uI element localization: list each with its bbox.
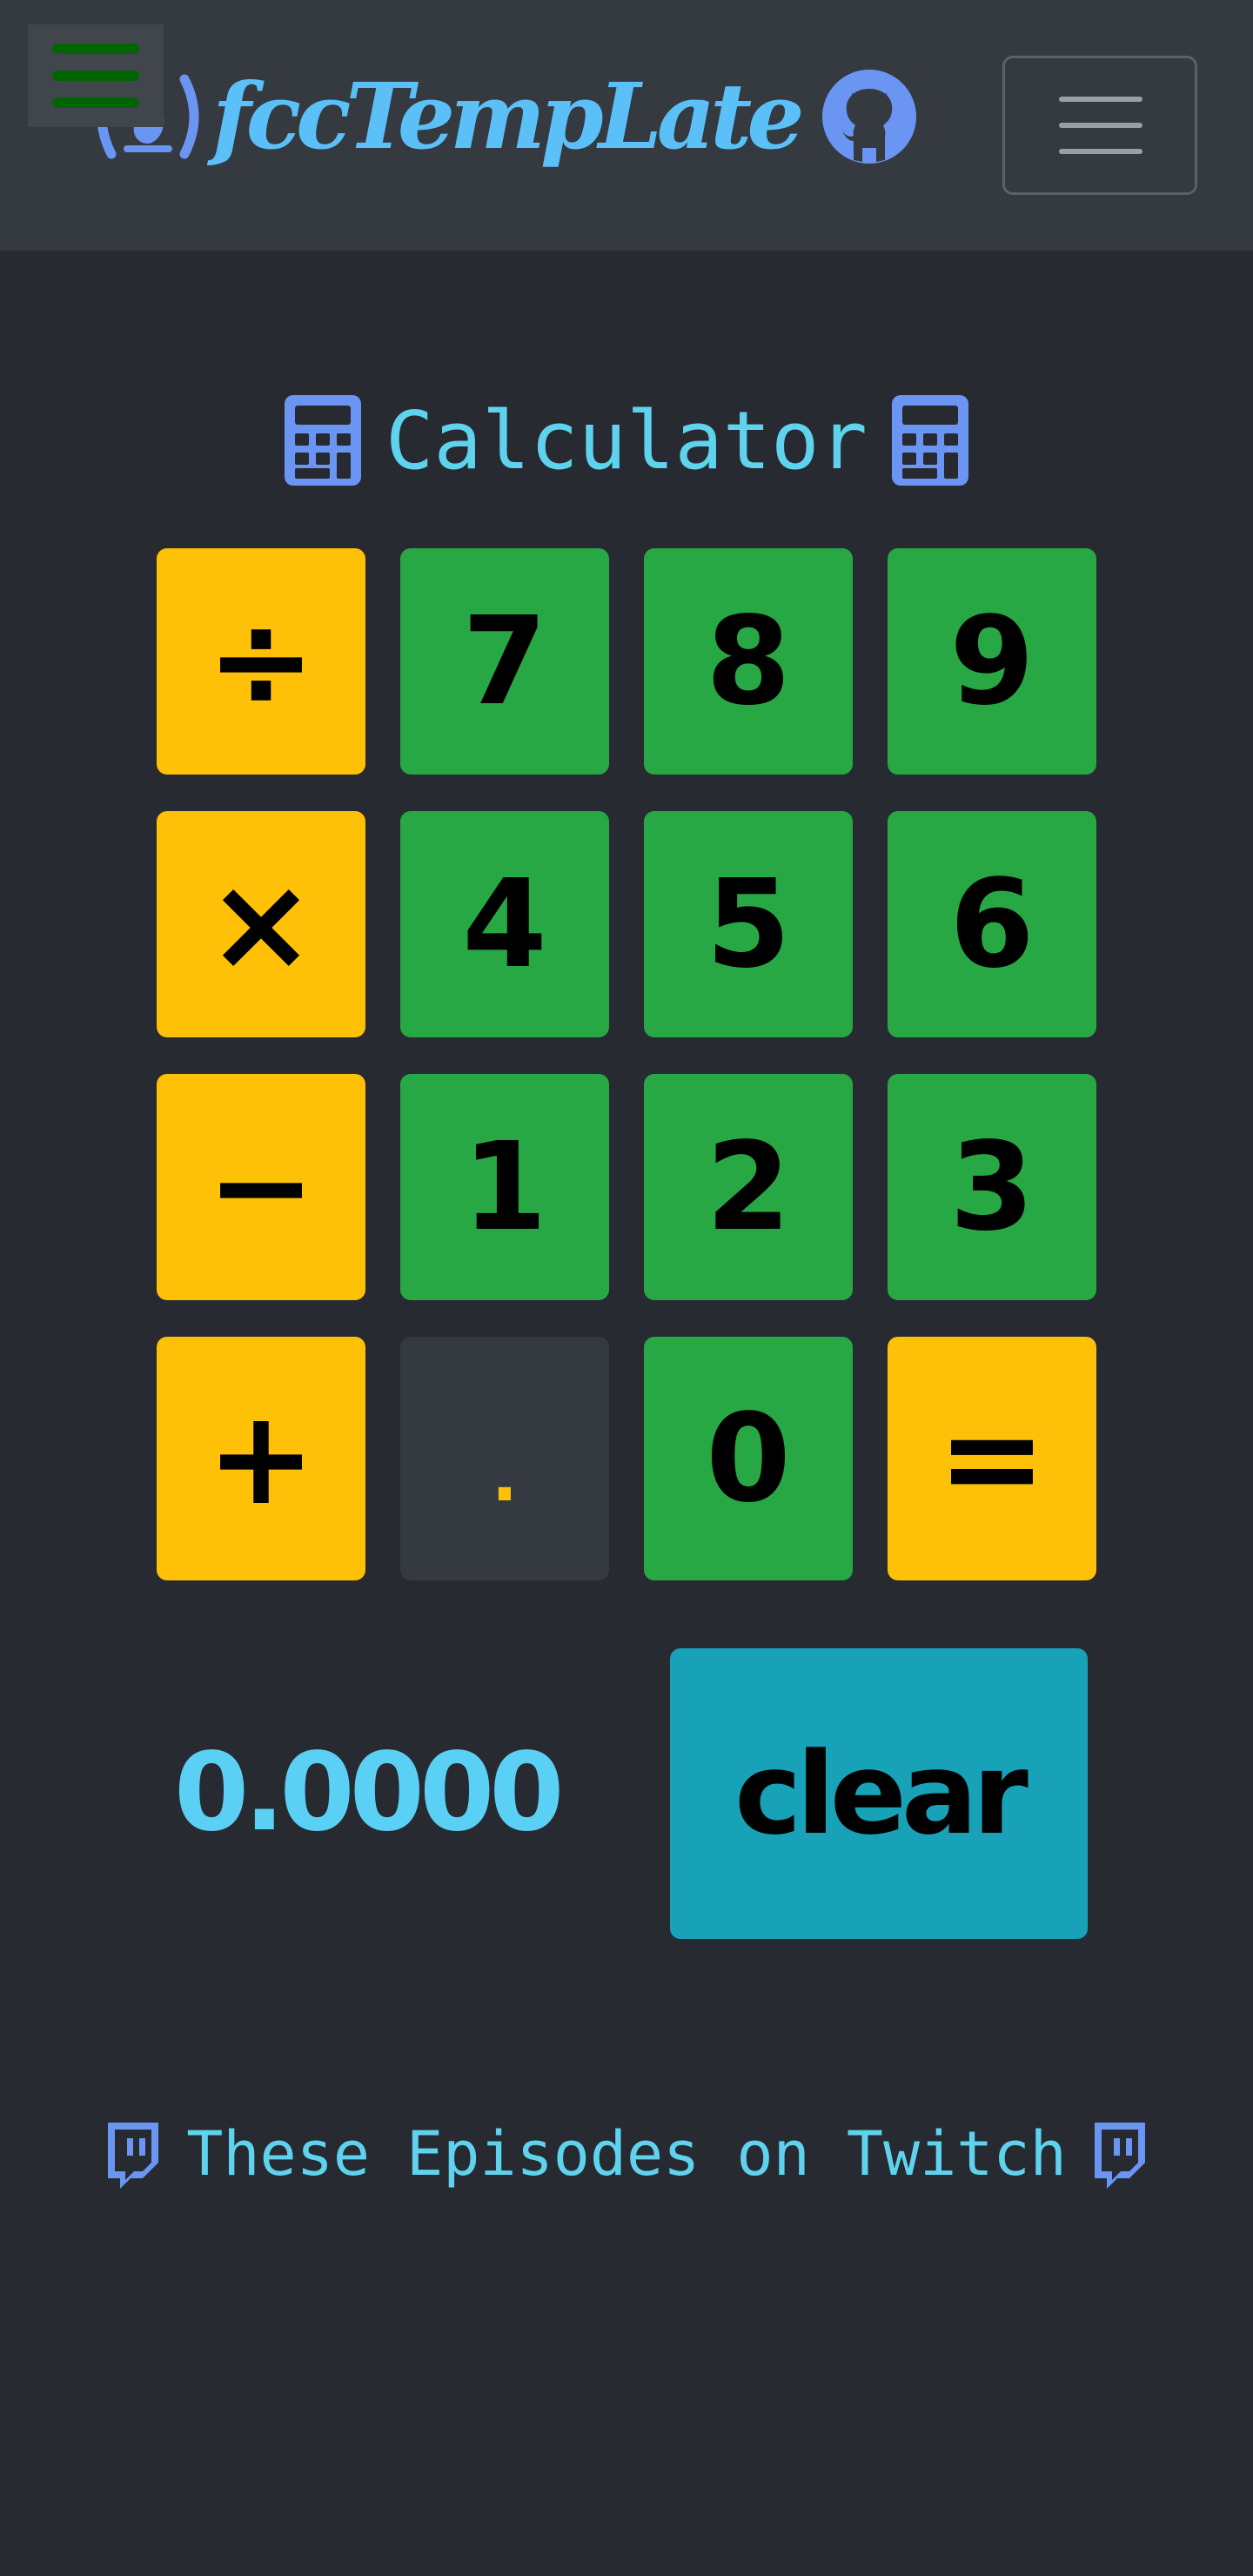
side-toggle-button[interactable] [28,24,164,127]
hamburger-bar [52,70,139,81]
six-button[interactable]: 6 [888,811,1096,1037]
multiply-button[interactable]: × [157,811,365,1037]
nine-button[interactable]: 9 [888,548,1096,775]
brand-link[interactable]: fccTempLate [87,56,918,178]
twitch-link[interactable]: These Episodes on Twitch [186,2118,1066,2190]
calculator-title: Calculator [385,393,868,487]
seven-button[interactable]: 7 [400,548,609,775]
hamburger-bar [1059,149,1142,154]
twitch-icon [108,2123,159,2189]
five-button[interactable]: 5 [644,811,853,1037]
brand-title: fccTempLate [212,63,804,170]
two-button[interactable]: 2 [644,1074,853,1300]
twitch-icon [1094,2123,1145,2189]
calculator-icon [285,395,362,486]
calculator-heading: Calculator [0,388,1253,493]
calculator-icon [891,395,968,486]
decimal-button[interactable]: . [400,1337,609,1580]
hamburger-icon [1059,97,1142,102]
eight-button[interactable]: 8 [644,548,853,775]
four-button[interactable]: 4 [400,811,609,1037]
subtract-button[interactable]: − [157,1074,365,1300]
navbar: fccTempLate [0,0,1253,251]
equals-button[interactable]: = [888,1337,1096,1580]
twitch-footer: These Episodes on Twitch [0,2106,1253,2202]
three-button[interactable]: 3 [888,1074,1096,1300]
one-button[interactable]: 1 [400,1074,609,1300]
github-icon[interactable] [821,68,918,165]
zero-button[interactable]: 0 [644,1337,853,1580]
clear-button[interactable]: clear [670,1648,1088,1939]
hamburger-icon [52,44,139,54]
hamburger-bar [1059,123,1142,128]
add-button[interactable]: + [157,1337,365,1580]
divide-button[interactable]: ÷ [157,548,365,775]
navbar-toggler-button[interactable] [1002,56,1197,195]
hamburger-bar [52,97,139,108]
calculator-display: 0.0000 [174,1730,565,1855]
